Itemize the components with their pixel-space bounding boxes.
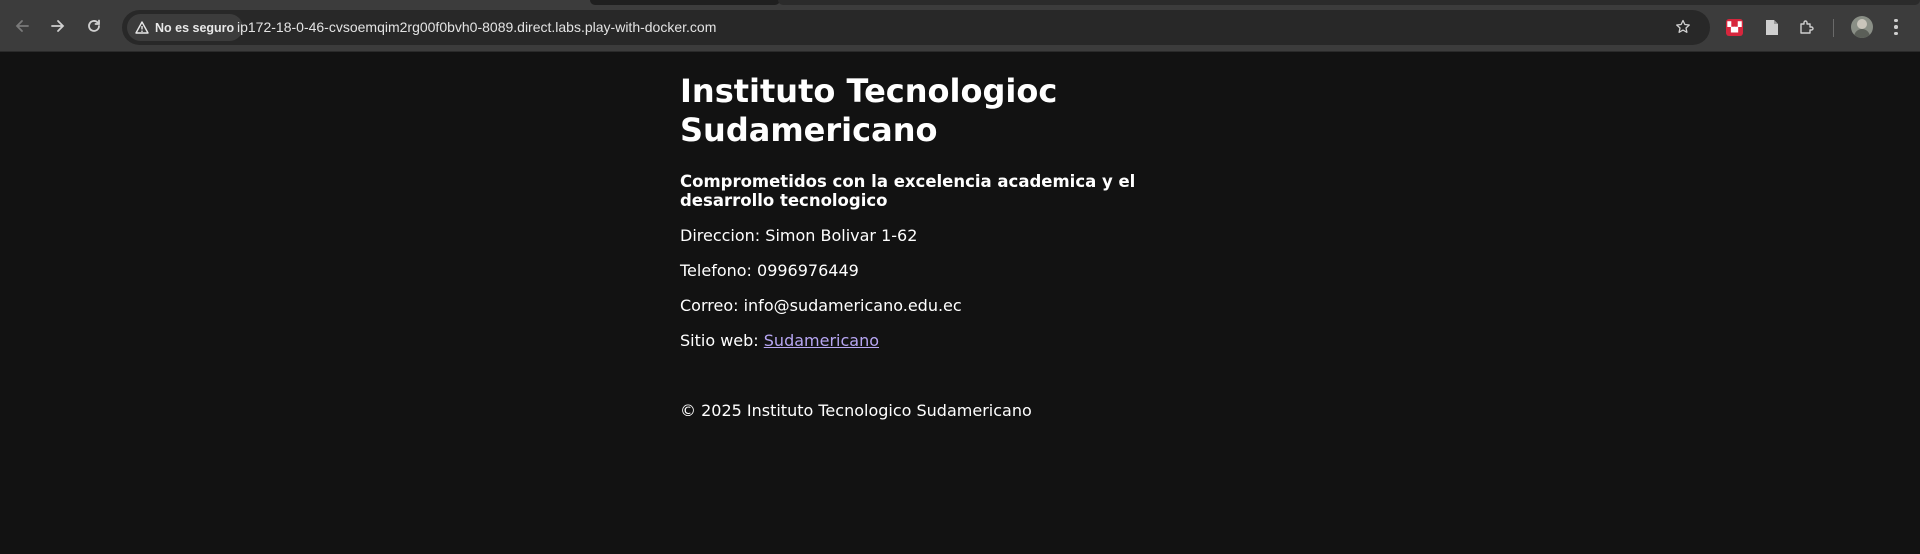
page-title: Instituto Tecnologioc Sudamericano [680, 72, 1058, 149]
arrow-right-icon[interactable] [45, 13, 71, 39]
phone-line: Telefono: 0996976449 [680, 261, 859, 280]
tabstrip-edge [778, 0, 1920, 5]
star-icon[interactable] [1672, 16, 1694, 38]
profile-avatar[interactable] [1851, 16, 1873, 38]
website-line: Sitio web: Sudamericano [680, 331, 1200, 350]
puzzle-icon[interactable] [1797, 17, 1817, 37]
security-indicator[interactable]: No es seguro [127, 14, 244, 41]
kebab-menu-icon[interactable] [1886, 15, 1906, 39]
reload-icon[interactable] [81, 13, 107, 39]
address-line: Direccion: Simon Bolivar 1-62 [680, 226, 918, 245]
browser-toolbar: No es seguro ip172-18-0-46-cvsoemqim2rg0… [0, 0, 1920, 52]
toolbar-divider [1833, 19, 1834, 37]
footer-copyright: © 2025 Instituto Tecnologico Sudamerican… [680, 401, 1032, 420]
warning-triangle-icon [135, 21, 149, 34]
page-content: Instituto Tecnologioc Sudamericano Compr… [680, 72, 1200, 350]
website-link[interactable]: Sudamericano [764, 331, 879, 350]
security-label: No es seguro [155, 20, 235, 35]
tagline: Comprometidos con la excelencia academic… [680, 172, 1136, 210]
website-label: Sitio web: [680, 331, 764, 350]
document-extension-icon[interactable] [1762, 17, 1782, 37]
active-tab-edge[interactable] [590, 0, 780, 5]
extension-red-icon[interactable]: ▚▞ [1726, 19, 1743, 36]
email-line: Correo: info@sudamericano.edu.ec [680, 296, 962, 315]
url-text[interactable]: ip172-18-0-46-cvsoemqim2rg00f0bvh0-8089.… [237, 19, 716, 35]
arrow-left-icon[interactable] [9, 13, 35, 39]
address-bar[interactable]: No es seguro ip172-18-0-46-cvsoemqim2rg0… [122, 10, 1710, 45]
